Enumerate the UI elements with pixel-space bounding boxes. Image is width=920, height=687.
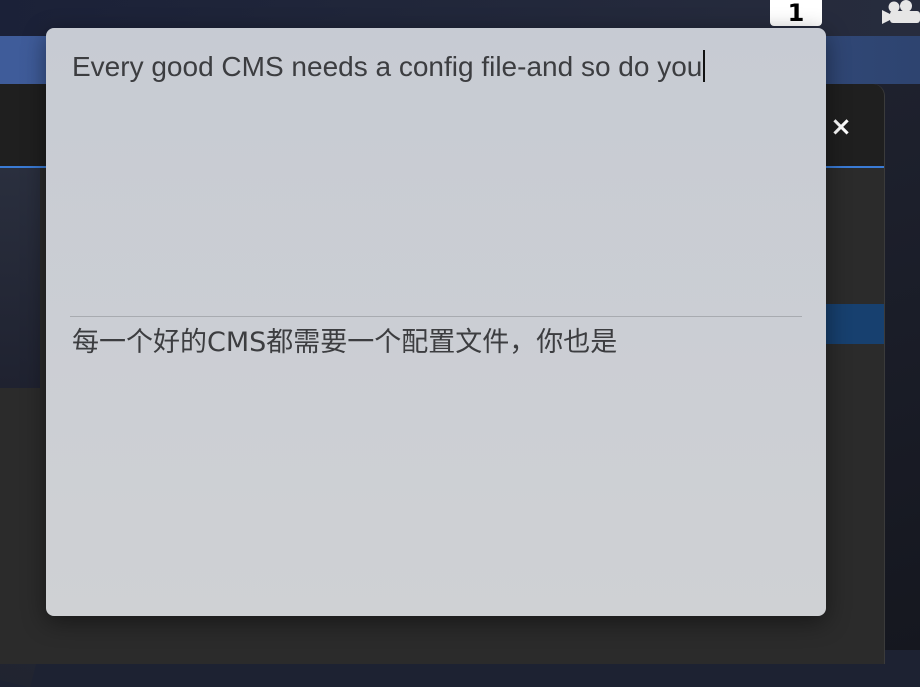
translation-popup: Every good CMS needs a config file-and s… [46, 28, 826, 616]
divider [70, 316, 802, 317]
selected-row-highlight [826, 304, 884, 344]
close-icon[interactable]: × [826, 112, 856, 142]
background-window-sidebar [0, 168, 40, 388]
text-caret [703, 50, 706, 82]
translated-text: 每一个好的CMS都需要一个配置文件，你也是 [72, 327, 618, 358]
source-text: Every good CMS needs a config file-and s… [72, 51, 703, 82]
notification-badge[interactable]: 1 [770, 0, 822, 26]
camera-icon[interactable] [880, 0, 920, 26]
source-text-input[interactable]: Every good CMS needs a config file-and s… [72, 48, 802, 86]
